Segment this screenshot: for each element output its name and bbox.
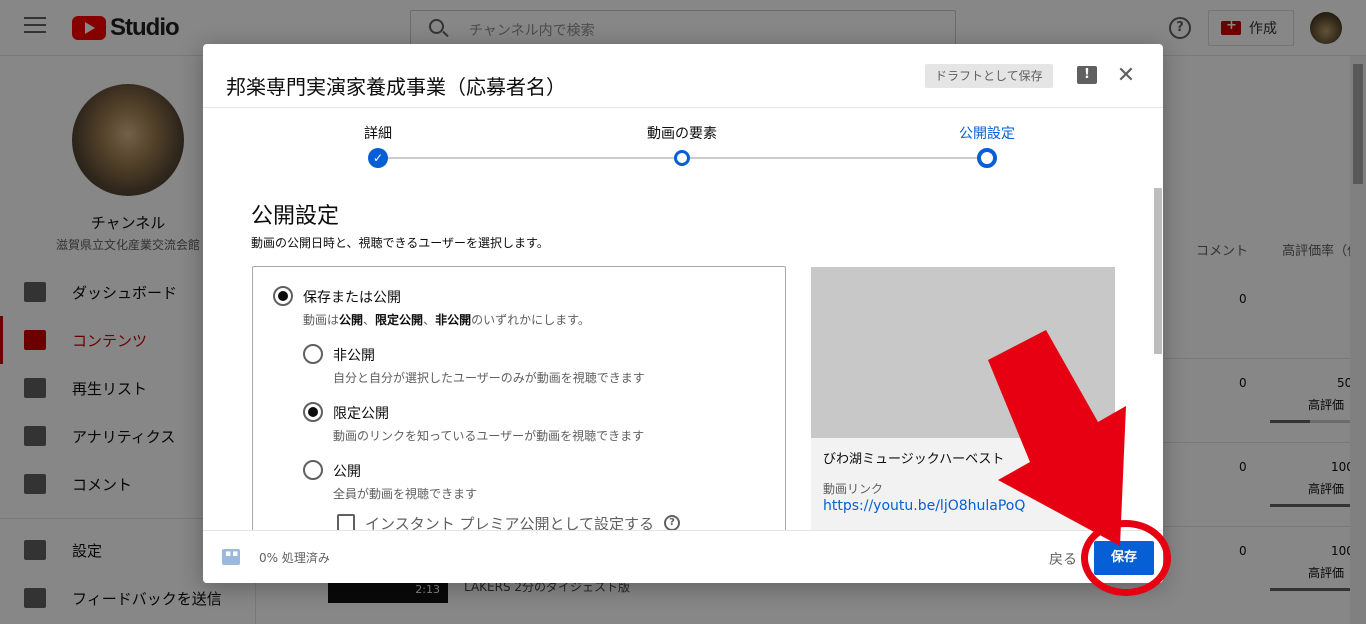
- step-current-dot[interactable]: [977, 148, 997, 168]
- visibility-options-box: 保存または公開 動画は公開、限定公開、非公開のいずれかにします。 非公開 自分と…: [252, 266, 786, 566]
- step-visited-dot[interactable]: [674, 150, 690, 166]
- unlisted-desc: 動画のリンクを知っているユーザーが動画を視聴できます: [333, 429, 645, 443]
- preview-video-title: びわ湖ミュージックハーベスト: [823, 452, 1005, 467]
- private-label[interactable]: 非公開: [333, 345, 375, 365]
- processing-status: 0% 処理済み: [259, 551, 330, 565]
- step-visibility-label[interactable]: 公開設定: [959, 123, 1015, 143]
- public-desc: 全員が動画を視聴できます: [333, 487, 478, 501]
- public-radio[interactable]: [303, 460, 323, 480]
- back-button[interactable]: 戻る: [1049, 549, 1077, 569]
- save-or-publish-radio[interactable]: [273, 286, 293, 306]
- close-icon[interactable]: ✕: [1115, 65, 1137, 88]
- unlisted-label[interactable]: 限定公開: [333, 403, 389, 423]
- save-or-publish-desc: 動画は公開、限定公開、非公開のいずれかにします。: [303, 313, 590, 327]
- step-elements-label[interactable]: 動画の要素: [647, 123, 717, 143]
- public-label[interactable]: 公開: [333, 461, 361, 481]
- step-details-label[interactable]: 詳細: [364, 123, 392, 143]
- annotation-arrow-icon: [988, 330, 1126, 546]
- section-title: 公開設定: [251, 204, 340, 229]
- header-divider: [203, 107, 1163, 108]
- save-or-publish-label[interactable]: 保存または公開: [303, 287, 401, 307]
- private-radio[interactable]: [303, 344, 323, 364]
- feedback-icon[interactable]: !: [1077, 66, 1097, 84]
- help-icon[interactable]: ?: [664, 515, 680, 531]
- step-done-check-icon[interactable]: ✓: [368, 148, 388, 168]
- unlisted-radio[interactable]: [303, 402, 323, 422]
- annotation-circle: [1081, 520, 1171, 596]
- video-link-label: 動画リンク: [823, 482, 884, 496]
- dialog-title: 邦楽専門実演家養成事業（応募者名）: [226, 75, 566, 99]
- save-draft-button[interactable]: ドラフトとして保存: [925, 64, 1053, 88]
- hd-processing-icon: [222, 549, 240, 565]
- section-description: 動画の公開日時と、視聴できるユーザーを選択します。: [251, 236, 549, 250]
- private-desc: 自分と自分が選択したユーザーのみが動画を視聴できます: [333, 371, 645, 385]
